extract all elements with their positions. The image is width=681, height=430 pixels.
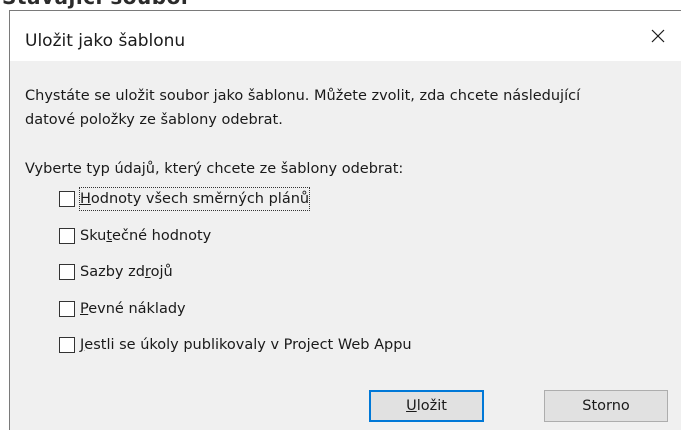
checkbox[interactable]: [59, 191, 75, 207]
option-label: Sazby zdrojů: [80, 264, 173, 280]
options-list: Hodnoty všech směrných plánů Skutečné ho…: [59, 187, 413, 370]
save-button[interactable]: Uložit: [369, 390, 484, 422]
close-icon: [651, 29, 665, 43]
checkbox[interactable]: [59, 264, 75, 280]
checkbox[interactable]: [59, 227, 75, 244]
option-label: Hodnoty všech směrných plánů: [79, 187, 311, 211]
cancel-button[interactable]: Storno: [544, 390, 668, 422]
checkbox[interactable]: [59, 337, 75, 353]
option-label: Jestli se úkoly publikovaly v Project We…: [80, 337, 412, 353]
save-button-label: Uložit: [406, 398, 447, 414]
option-resource-rates[interactable]: Sazby zdrojů: [59, 260, 413, 297]
dialog-description: Chystáte se uložit soubor jako šablonu. …: [25, 84, 580, 132]
description-line: Chystáte se uložit soubor jako šablonu. …: [25, 88, 581, 104]
option-published-tasks[interactable]: Jestli se úkoly publikovaly v Project We…: [59, 333, 413, 370]
background-partial-text: Stávající soubor: [2, 0, 191, 9]
close-button[interactable]: [635, 11, 681, 61]
description-line: datové položky ze šablony odebrat.: [25, 112, 283, 128]
option-label: Pevné náklady: [80, 300, 186, 317]
dialog-titlebar: Uložit jako šablonu: [10, 11, 681, 61]
option-label: Skutečné hodnoty: [80, 227, 212, 244]
dialog-title: Uložit jako šablonu: [25, 31, 186, 51]
save-as-template-dialog: Uložit jako šablonu Chystáte se uložit s…: [9, 10, 681, 430]
option-baselines[interactable]: Hodnoty všech směrných plánů: [59, 187, 413, 224]
checkbox[interactable]: [59, 300, 75, 317]
background-window: Stávající soubor: [0, 0, 681, 10]
option-actual-values[interactable]: Skutečné hodnoty: [59, 224, 413, 261]
dialog-prompt: Vyberte typ údajů, který chcete ze šablo…: [25, 161, 404, 177]
cancel-button-label: Storno: [582, 398, 630, 414]
option-fixed-costs[interactable]: Pevné náklady: [59, 297, 413, 334]
